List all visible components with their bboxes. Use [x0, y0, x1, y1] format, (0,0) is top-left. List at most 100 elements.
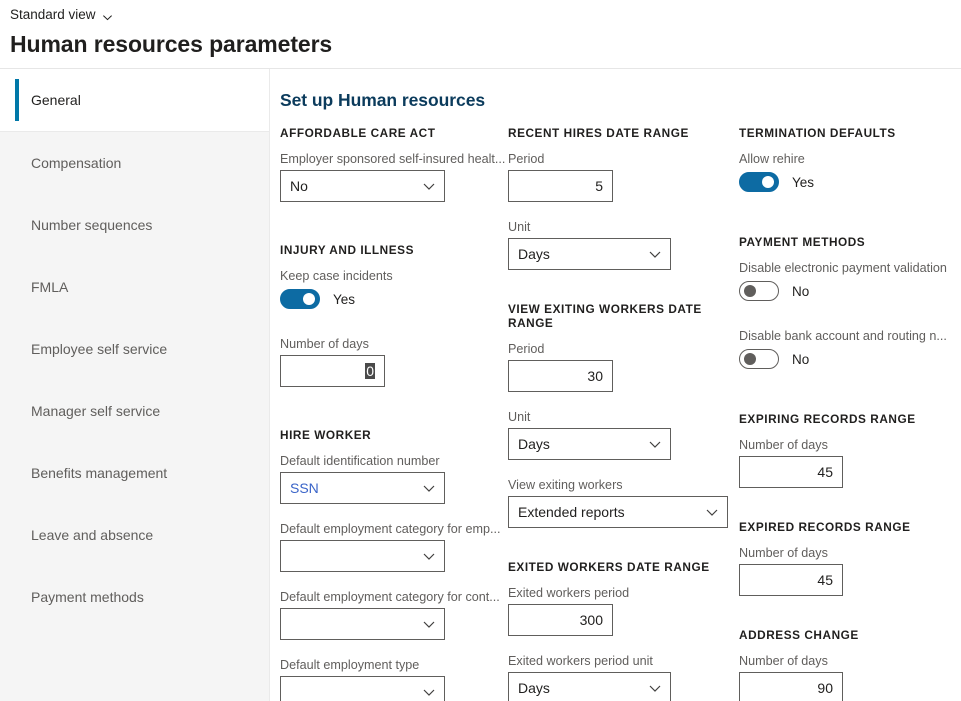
expired-records-number-of-days-input[interactable]: 45 [739, 564, 843, 596]
chevron-down-icon [102, 10, 113, 21]
sidebar-navigation: General Compensation Number sequences FM… [0, 69, 270, 701]
sidebar-item-payment-methods[interactable]: Payment methods [0, 566, 269, 628]
sidebar-item-leave-and-absence[interactable]: Leave and absence [0, 504, 269, 566]
allow-rehire-toggle[interactable] [739, 172, 779, 192]
view-exiting-period-input[interactable]: 30 [508, 360, 613, 392]
expiring-records-number-of-days-input[interactable]: 45 [739, 456, 843, 488]
recent-hires-period-input[interactable]: 5 [508, 170, 613, 202]
sidebar-item-label: Number sequences [31, 217, 152, 233]
sidebar-item-label: Payment methods [31, 589, 144, 605]
sidebar-item-manager-self-service[interactable]: Manager self service [0, 380, 269, 442]
view-exiting-unit-select[interactable]: Days [508, 428, 671, 460]
toggle-state-label: Yes [792, 175, 814, 190]
field-label: Disable electronic payment validation [739, 260, 961, 276]
section-title: Set up Human resources [280, 90, 485, 111]
chevron-down-icon [421, 616, 437, 632]
address-change-number-of-days-input[interactable]: 90 [739, 672, 843, 701]
keep-case-incidents-toggle[interactable] [280, 289, 320, 309]
sidebar-item-fmla[interactable]: FMLA [0, 256, 269, 318]
view-selector[interactable]: Standard view [10, 6, 113, 23]
group-heading-recent-hires-date-range: RECENT HIRES DATE RANGE [508, 126, 736, 140]
sidebar-item-compensation[interactable]: Compensation [0, 132, 269, 194]
group-heading-expired-records-range: EXPIRED RECORDS RANGE [739, 520, 961, 534]
chevron-down-icon [421, 684, 437, 700]
app-root: Standard view Human resources parameters… [0, 0, 961, 701]
field-default-identification-number: Default identification number SSN [280, 453, 505, 504]
group-heading-payment-methods: PAYMENT METHODS [739, 235, 961, 249]
keep-case-incidents-toggle-row: Yes [280, 287, 505, 311]
sidebar-item-label: Employee self service [31, 341, 167, 357]
field-disable-bank-account: Disable bank account and routing n... No [739, 328, 961, 371]
field-label: Number of days [739, 437, 961, 453]
field-recent-hires-period: Period 5 [508, 151, 736, 202]
field-disable-electronic-payment-validation: Disable electronic payment validation No [739, 260, 961, 303]
default-employment-category-contractors-select[interactable] [280, 608, 445, 640]
field-label: Period [508, 151, 736, 167]
injury-number-of-days-input[interactable]: 0 [280, 355, 385, 387]
field-view-exiting-workers: View exiting workers Extended reports [508, 477, 736, 528]
field-label: Allow rehire [739, 151, 961, 167]
input-value: 45 [817, 572, 833, 588]
disable-electronic-payment-validation-toggle[interactable] [739, 281, 779, 301]
spacer [280, 404, 505, 428]
toggle-state-label: No [792, 352, 809, 367]
field-label: Exited workers period [508, 585, 736, 601]
settings-column-3: TERMINATION DEFAULTS Allow rehire Yes PA… [739, 126, 961, 701]
chevron-down-icon [647, 680, 663, 696]
field-label: Number of days [739, 545, 961, 561]
field-label: Unit [508, 409, 736, 425]
exited-workers-period-unit-select[interactable]: Days [508, 672, 671, 701]
sidebar-item-label: Benefits management [31, 465, 167, 481]
chevron-down-icon [421, 178, 437, 194]
field-view-exiting-unit: Unit Days [508, 409, 736, 460]
field-label: Unit [508, 219, 736, 235]
spacer [508, 287, 736, 302]
toggle-knob [762, 176, 774, 188]
default-employment-type-select[interactable] [280, 676, 445, 701]
input-value: 90 [817, 680, 833, 696]
input-value: 30 [587, 368, 603, 384]
sidebar-item-label: Manager self service [31, 403, 160, 419]
input-value: 45 [817, 464, 833, 480]
group-heading-address-change: ADDRESS CHANGE [739, 628, 961, 642]
group-heading-view-exiting-workers-date-range: VIEW EXITING WORKERS DATE RANGE [508, 302, 736, 330]
field-label: Disable bank account and routing n... [739, 328, 961, 344]
selected-value: Days [518, 436, 550, 452]
default-employment-category-employees-select[interactable] [280, 540, 445, 572]
field-label: Default employment type [280, 657, 505, 673]
field-label: Period [508, 341, 736, 357]
disable-electronic-payment-validation-toggle-row: No [739, 279, 961, 303]
field-default-employment-type: Default employment type [280, 657, 505, 701]
spacer [739, 320, 961, 328]
exited-workers-period-input[interactable]: 300 [508, 604, 613, 636]
settings-column-1: AFFORDABLE CARE ACT Employer sponsored s… [280, 126, 505, 701]
sidebar-item-general[interactable]: General [0, 69, 269, 131]
spacer [739, 505, 961, 520]
field-expiring-records-number-of-days: Number of days 45 [739, 437, 961, 488]
field-label: Exited workers period unit [508, 653, 736, 669]
field-label: Keep case incidents [280, 268, 505, 284]
selected-value: SSN [290, 480, 319, 496]
employer-sponsored-select[interactable]: No [280, 170, 445, 202]
selected-value: Extended reports [518, 504, 625, 520]
chevron-down-icon [704, 504, 720, 520]
field-view-exiting-period: Period 30 [508, 341, 736, 392]
default-identification-number-select[interactable]: SSN [280, 472, 445, 504]
disable-bank-account-toggle[interactable] [739, 349, 779, 369]
sidebar-item-label: FMLA [31, 279, 68, 295]
view-exiting-workers-select[interactable]: Extended reports [508, 496, 728, 528]
chevron-down-icon [647, 246, 663, 262]
spacer [508, 545, 736, 560]
sidebar-item-benefits-management[interactable]: Benefits management [0, 442, 269, 504]
group-heading-exited-workers-date-range: EXITED WORKERS DATE RANGE [508, 560, 736, 574]
field-label: Number of days [280, 336, 505, 352]
recent-hires-unit-select[interactable]: Days [508, 238, 671, 270]
field-employer-sponsored: Employer sponsored self-insured healt...… [280, 151, 505, 202]
sidebar-item-label: General [31, 92, 81, 108]
chevron-down-icon [421, 480, 437, 496]
toggle-knob [303, 293, 315, 305]
sidebar-item-number-sequences[interactable]: Number sequences [0, 194, 269, 256]
spacer [280, 328, 505, 336]
sidebar-item-employee-self-service[interactable]: Employee self service [0, 318, 269, 380]
field-allow-rehire: Allow rehire Yes [739, 151, 961, 194]
